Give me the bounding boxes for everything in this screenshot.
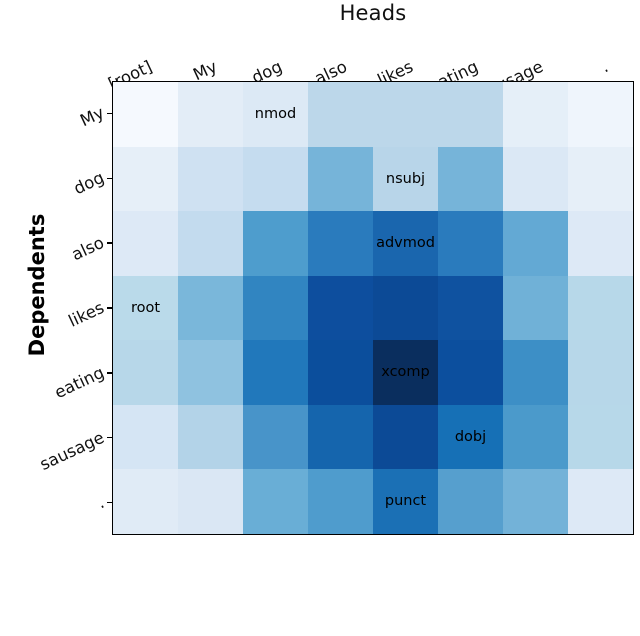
heatmap-cell xyxy=(308,82,373,147)
heatmap-cell xyxy=(243,469,308,534)
heatmap-cell xyxy=(308,211,373,276)
heatmap-cell xyxy=(113,82,178,147)
heatmap-cell xyxy=(243,404,308,470)
heatmap-cell xyxy=(568,340,633,405)
heatmap-cell xyxy=(503,211,568,276)
heatmap-cell xyxy=(568,146,633,212)
heatmap-cell xyxy=(308,275,373,341)
heatmap-cell xyxy=(308,340,373,405)
heatmap-cell xyxy=(178,404,243,470)
cell-relation-label: dobj xyxy=(454,428,487,445)
heatmap-cell xyxy=(178,146,243,212)
heatmap-cell xyxy=(503,275,568,341)
chart-title: Heads xyxy=(339,1,407,25)
heatmap-cell: punct xyxy=(373,469,438,534)
heatmap-cell: nsubj xyxy=(373,146,438,212)
heatmap-cell xyxy=(113,211,178,276)
heatmap-cell: advmod xyxy=(373,211,438,276)
y-tick-label: . xyxy=(94,492,108,512)
cell-relation-label: xcomp xyxy=(381,364,430,381)
heatmap-cell xyxy=(568,82,633,147)
heatmap-cell xyxy=(113,404,178,470)
heatmap-grid: nmod nsubj advmod root xcomp dobj punct xyxy=(113,82,633,534)
heatmap-cell xyxy=(568,275,633,341)
heatmap-cell xyxy=(438,146,503,212)
heatmap-plot-area: nmod nsubj advmod root xcomp dobj punct xyxy=(112,81,634,535)
heatmap-cell xyxy=(308,469,373,534)
heatmap-cell xyxy=(243,211,308,276)
heatmap-cell xyxy=(438,469,503,534)
cell-relation-label: nsubj xyxy=(385,170,426,187)
heatmap-cell xyxy=(438,82,503,147)
heatmap-cell xyxy=(178,211,243,276)
heatmap-cell xyxy=(178,469,243,534)
heatmap-cell xyxy=(373,404,438,470)
heatmap-cell xyxy=(178,275,243,341)
heatmap-cell xyxy=(243,146,308,212)
heatmap-cell xyxy=(178,340,243,405)
heatmap-cell xyxy=(568,211,633,276)
heatmap-cell xyxy=(113,469,178,534)
heatmap-cell xyxy=(503,340,568,405)
heatmap-cell xyxy=(308,404,373,470)
heatmap-cell: root xyxy=(113,275,178,341)
heatmap-cell xyxy=(568,469,633,534)
heatmap-cell xyxy=(113,340,178,405)
heatmap-cell xyxy=(438,340,503,405)
heatmap-cell xyxy=(373,275,438,341)
cell-relation-label: punct xyxy=(384,493,427,510)
heatmap-cell xyxy=(503,146,568,212)
heatmap-cell xyxy=(178,82,243,147)
heatmap-cell xyxy=(568,404,633,470)
cell-relation-label: root xyxy=(130,299,161,316)
heatmap-cell xyxy=(503,469,568,534)
heatmap-cell: nmod xyxy=(243,82,308,147)
heatmap-cell xyxy=(503,82,568,147)
heatmap-cell xyxy=(113,146,178,212)
heatmap-cell xyxy=(503,404,568,470)
heatmap-cell: xcomp xyxy=(373,340,438,405)
heatmap-cell xyxy=(243,275,308,341)
heatmap-cell xyxy=(438,275,503,341)
heatmap-cell xyxy=(243,340,308,405)
heatmap-cell: dobj xyxy=(438,404,503,470)
heatmap-cell xyxy=(308,146,373,212)
heatmap-cell xyxy=(438,211,503,276)
cell-relation-label: advmod xyxy=(376,235,435,252)
cell-relation-label: nmod xyxy=(254,106,297,123)
heatmap-cell xyxy=(373,82,438,147)
